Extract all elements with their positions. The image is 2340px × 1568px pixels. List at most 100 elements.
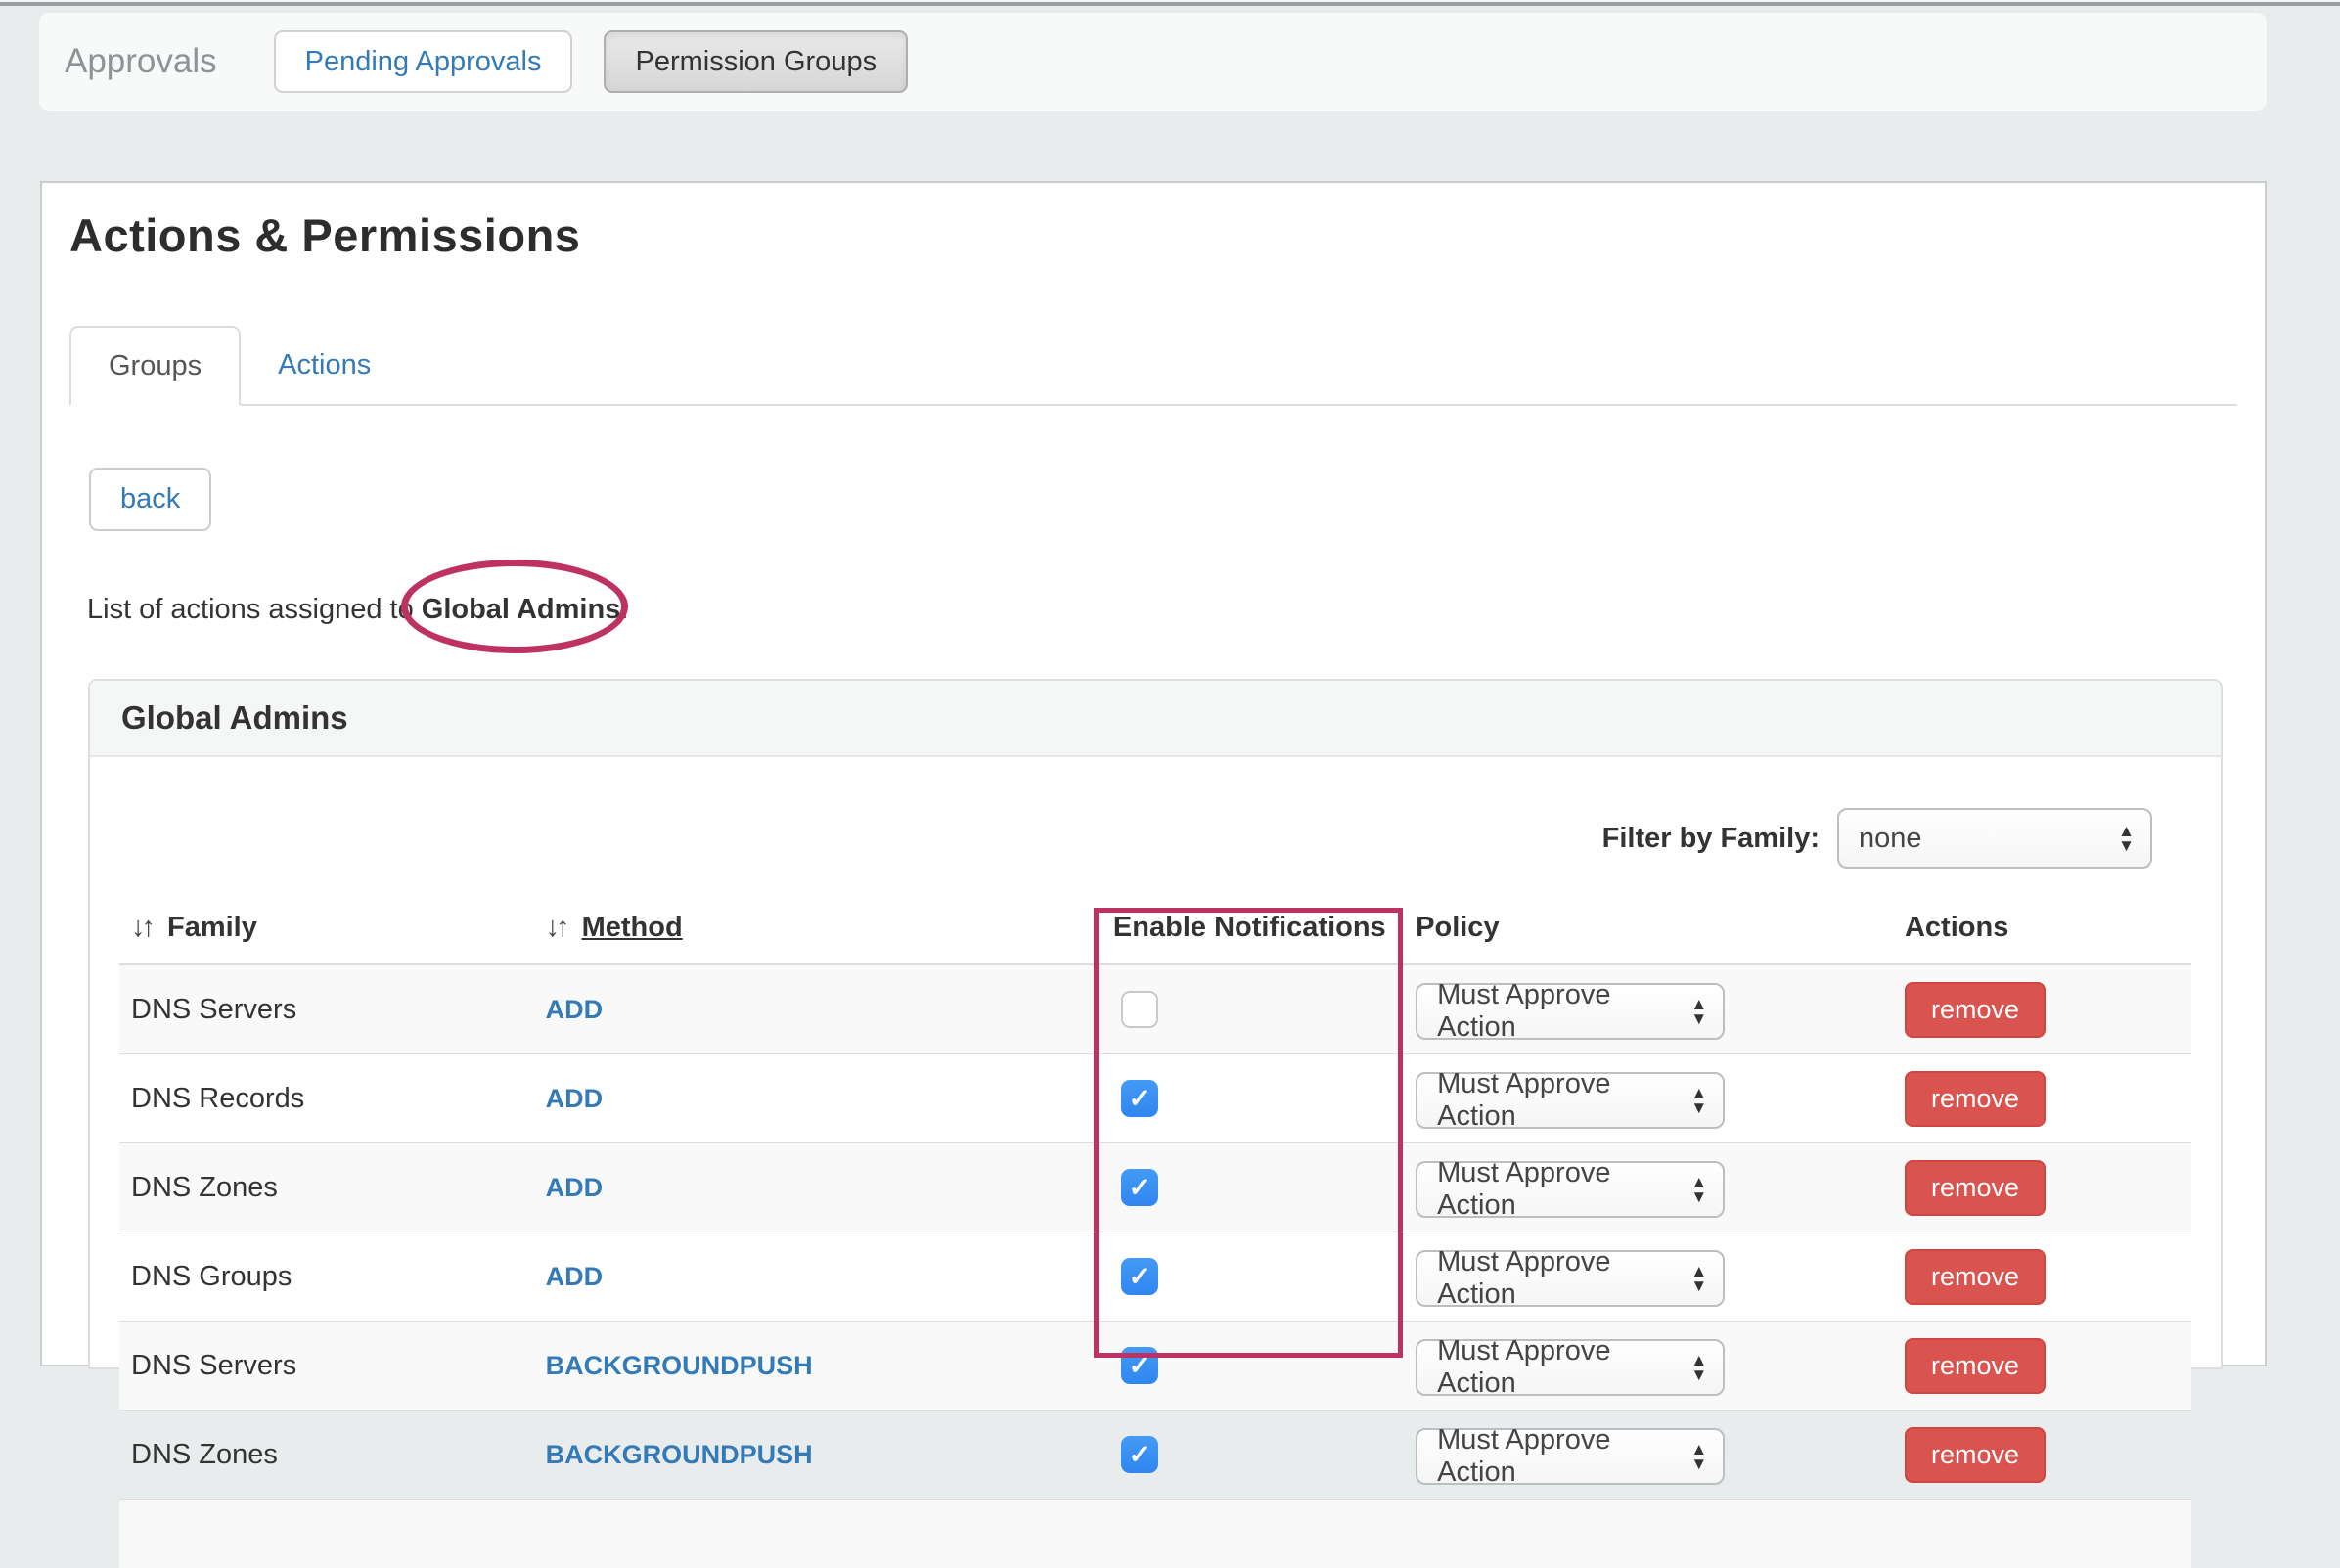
family-label: DNS Servers (131, 994, 296, 1025)
header-policy: Policy (1404, 912, 1893, 964)
checkmark-icon: ✓ (1129, 1353, 1151, 1379)
method-link[interactable]: ADD (546, 1084, 604, 1113)
spinner-down-icon: ▼ (1690, 1011, 1707, 1026)
actions-table: ↓↑ Family ↓↑ Method Enable Notifications P… (119, 912, 2191, 1568)
cell-method: ADD (534, 1054, 1102, 1143)
table-row: DNS Servers ADD Must Approve Action ▲▼ r… (119, 964, 2191, 1054)
policy-select[interactable]: Must Approve Action ▲▼ (1416, 1339, 1725, 1396)
approvals-title: Approvals (65, 42, 217, 81)
header-enable-notifications: Enable Notifications (1102, 912, 1404, 964)
notifications-checkbox[interactable]: ✓ (1121, 1347, 1158, 1384)
policy-select[interactable]: Must Approve Action ▲▼ (1416, 1250, 1725, 1307)
assigned-suffix: : (620, 594, 628, 625)
method-link[interactable]: BACKGROUNDPUSH (546, 1351, 813, 1380)
policy-value: Must Approve Action (1437, 979, 1681, 1044)
select-spinner-icon: ▲▼ (1690, 1086, 1707, 1115)
spinner-down-icon: ▼ (1690, 1456, 1707, 1471)
family-filter-select[interactable]: none ▲▼ (1837, 808, 2152, 869)
cell-actions: remove (1893, 964, 2191, 1054)
notifications-checkbox[interactable]: ✓ (1121, 1258, 1158, 1295)
permission-groups-button[interactable]: Permission Groups (604, 30, 908, 93)
notifications-checkbox[interactable]: ✓ (1121, 1169, 1158, 1206)
cell-actions: remove (1893, 1322, 2191, 1411)
policy-value: Must Approve Action (1437, 1246, 1681, 1311)
notifications-checkbox[interactable]: ✓ (1121, 1436, 1158, 1473)
cell-actions: remove (1893, 1232, 2191, 1322)
header-actions: Actions (1893, 912, 2191, 964)
remove-button[interactable]: remove (1905, 1160, 2046, 1216)
pending-approvals-button[interactable]: Pending Approvals (274, 30, 573, 93)
select-spinner-icon: ▲▼ (2118, 824, 2135, 853)
checkmark-icon: ✓ (1129, 1442, 1151, 1468)
cell-actions: remove (1893, 1054, 2191, 1143)
cell-family: DNS Groups (119, 1232, 534, 1322)
table-row: DNS Groups ADD ✓ Must Approve Action ▲▼ … (119, 1232, 2191, 1322)
cell-policy: Must Approve Action ▲▼ (1404, 1143, 1893, 1232)
spinner-down-icon: ▼ (1690, 1367, 1707, 1382)
cell-notifications (1102, 964, 1404, 1054)
remove-button[interactable]: remove (1905, 982, 2046, 1038)
policy-value: Must Approve Action (1437, 1068, 1681, 1133)
policy-select[interactable]: Must Approve Action ▲▼ (1416, 983, 1725, 1040)
policy-select[interactable]: Must Approve Action ▲▼ (1416, 1161, 1725, 1218)
method-link[interactable]: ADD (546, 1173, 604, 1202)
back-button[interactable]: back (89, 468, 211, 531)
global-admins-card-title: Global Admins (90, 681, 2221, 757)
assigned-actions-text: List of actions assigned to Global Admin… (87, 594, 628, 626)
policy-value: Must Approve Action (1437, 1424, 1681, 1489)
cell-method: BACKGROUNDPUSH (534, 1411, 1102, 1500)
actions-permissions-panel: Actions & Permissions Groups Actions bac… (40, 181, 2267, 1366)
header-method-label: Method (582, 912, 683, 943)
table-row: DNS Zones BACKGROUNDPUSH ✓ Must Approve … (119, 1411, 2191, 1500)
cell-actions: remove (1893, 1143, 2191, 1232)
method-link[interactable]: ADD (546, 1262, 604, 1291)
policy-value: Must Approve Action (1437, 1335, 1681, 1400)
notifications-checkbox[interactable]: ✓ (1121, 1080, 1158, 1117)
family-label: DNS Zones (131, 1439, 278, 1470)
table-row-partial (119, 1500, 2191, 1568)
policy-select[interactable]: Must Approve Action ▲▼ (1416, 1072, 1725, 1129)
remove-button[interactable]: remove (1905, 1338, 2046, 1394)
header-family[interactable]: ↓↑ Family (119, 912, 534, 964)
remove-button[interactable]: remove (1905, 1427, 2046, 1483)
policy-value: Must Approve Action (1437, 1157, 1681, 1222)
cell-method: BACKGROUNDPUSH (534, 1322, 1102, 1411)
cell-method: ADD (534, 1143, 1102, 1232)
spinner-down-icon: ▼ (2118, 838, 2135, 853)
select-spinner-icon: ▲▼ (1690, 1353, 1707, 1382)
notifications-checkbox[interactable] (1121, 991, 1158, 1028)
remove-button[interactable]: remove (1905, 1071, 2046, 1127)
tab-groups[interactable]: Groups (69, 326, 241, 406)
tab-actions[interactable]: Actions (241, 326, 408, 404)
cell-family: DNS Servers (119, 1322, 534, 1411)
cell-policy: Must Approve Action ▲▼ (1404, 964, 1893, 1054)
window-top-edge (0, 0, 2340, 6)
cell-actions: remove (1893, 1411, 2191, 1500)
cell-method: ADD (534, 1232, 1102, 1322)
method-link[interactable]: ADD (546, 995, 604, 1024)
header-method[interactable]: ↓↑ Method (534, 912, 1102, 964)
cell-notifications: ✓ (1102, 1411, 1404, 1500)
assigned-group-name: Global Admins (422, 594, 621, 625)
sort-icon: ↓↑ (546, 912, 566, 943)
cell-policy: Must Approve Action ▲▼ (1404, 1322, 1893, 1411)
filter-by-family-label: Filter by Family: (1602, 823, 1820, 855)
cell-notifications: ✓ (1102, 1322, 1404, 1411)
global-admins-card: Global Admins Filter by Family: none ▲▼ … (88, 679, 2223, 1369)
method-link[interactable]: BACKGROUNDPUSH (546, 1440, 813, 1469)
header-family-label: Family (167, 912, 257, 943)
table-row: DNS Zones ADD ✓ Must Approve Action ▲▼ r… (119, 1143, 2191, 1232)
select-spinner-icon: ▲▼ (1690, 1264, 1707, 1293)
cell-notifications: ✓ (1102, 1232, 1404, 1322)
cell-notifications: ✓ (1102, 1054, 1404, 1143)
family-label: DNS Groups (131, 1261, 292, 1292)
assigned-prefix: List of actions assigned to (87, 594, 422, 625)
approvals-header-bar: Approvals Pending Approvals Permission G… (39, 13, 2267, 111)
family-label: DNS Records (131, 1083, 304, 1114)
policy-select[interactable]: Must Approve Action ▲▼ (1416, 1428, 1725, 1485)
remove-button[interactable]: remove (1905, 1249, 2046, 1305)
sort-icon: ↓↑ (131, 912, 152, 943)
cell-family: DNS Servers (119, 964, 534, 1054)
cell-policy: Must Approve Action ▲▼ (1404, 1232, 1893, 1322)
table-header-row: ↓↑ Family ↓↑ Method Enable Notifications P… (119, 912, 2191, 964)
